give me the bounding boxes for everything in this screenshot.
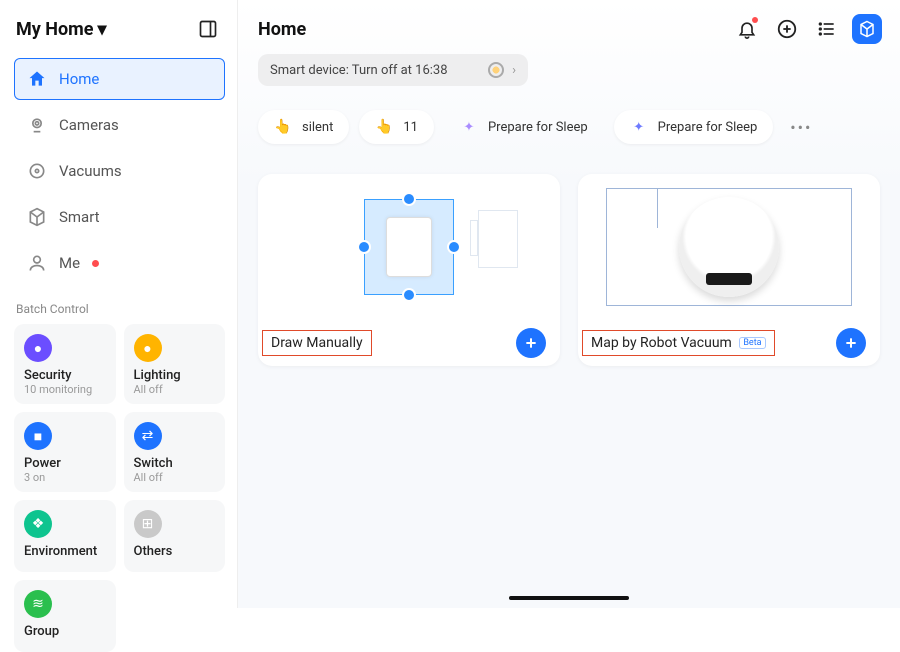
add-map-button[interactable] [516,328,546,358]
notifications-button[interactable] [732,14,762,44]
vacuum-icon [27,161,47,181]
card-draw-manually[interactable]: Draw Manually [258,174,560,366]
main-header: Home [258,14,882,44]
header-actions [732,14,882,44]
home-switcher-label: My Home [16,19,93,40]
nav-item-me[interactable]: Me [14,242,225,284]
grid-icon: ⊞ [134,510,162,538]
sidebar: My Home ▾ Home Cameras Vacuums Smart Me [0,0,238,608]
card-preview-draw [258,174,560,320]
nav-list: Home Cameras Vacuums Smart Me [14,58,225,284]
more-scenes-button[interactable]: ••• [783,118,819,137]
page-title: Home [258,19,306,40]
card-preview-vacuum [578,174,880,320]
scene-prepare-for-sleep-alt[interactable]: ✦ Prepare for Sleep [444,110,604,144]
list-button[interactable] [812,14,842,44]
scene-row: 👆 silent 👆 11 ✦ Prepare for Sleep ✦ Prep… [258,110,882,144]
nav-label: Cameras [59,116,119,134]
scene-label: Prepare for Sleep [488,120,588,135]
cube-button[interactable] [852,14,882,44]
card-footer: Draw Manually [258,320,560,366]
nav-label: Smart [59,208,100,226]
resize-handle-bottom [402,288,416,302]
add-map-button[interactable] [836,328,866,358]
card-footer: Map by Robot Vacuum Beta [578,320,880,366]
status-banner[interactable]: Smart device: Turn off at 16:38 › [258,54,528,86]
add-button[interactable] [772,14,802,44]
tile-label: Group [24,624,106,639]
tile-label: Power [24,456,106,471]
bed-icon [386,217,432,277]
nav-item-vacuums[interactable]: Vacuums [14,150,225,192]
home-indicator [509,596,629,600]
cube-icon [27,207,47,227]
tile-label: Environment [24,544,106,559]
card-label: Map by Robot Vacuum Beta [582,330,775,356]
main-pane: Home Smart device: Turn off at 16:38 › 👆 [238,0,900,608]
tile-security[interactable]: ● Security 10 monitoring [14,324,116,404]
tile-label: Switch [134,456,216,471]
chevron-right-icon: › [512,63,516,78]
batch-control-heading: Batch Control [16,302,223,316]
tile-label: Security [24,368,106,383]
card-label: Draw Manually [262,330,372,356]
tile-environment[interactable]: ❖ Environment [14,500,116,572]
batch-control-grid: ● Security 10 monitoring ● Lighting All … [14,324,225,652]
tile-label: Others [134,544,216,559]
status-banner-text: Smart device: Turn off at 16:38 [270,63,448,78]
nav-item-smart[interactable]: Smart [14,196,225,238]
tile-sublabel: 3 on [24,471,106,484]
nav-label: Me [59,254,80,272]
nav-item-home[interactable]: Home [14,58,225,100]
switch-icon: ⇄ [134,422,162,450]
tile-sublabel: All off [134,383,216,396]
tile-sublabel: All off [134,471,216,484]
beta-badge: Beta [739,337,765,349]
nav-label: Vacuums [59,162,122,180]
card-row: Draw Manually Map by Robot Vacuum Beta [258,174,882,366]
notification-dot-icon [92,260,99,267]
chevron-down-icon: ▾ [97,19,106,40]
sparkle-icon: ✦ [460,118,478,136]
user-icon [27,253,47,273]
tile-switch[interactable]: ⇄ Switch All off [124,412,226,492]
layout-toggle-icon[interactable] [193,14,223,44]
tile-label: Lighting [134,368,216,383]
tile-group[interactable]: ≋ Group [14,580,116,652]
home-switcher[interactable]: My Home ▾ [16,19,107,40]
card-map-by-robot-vacuum[interactable]: Map by Robot Vacuum Beta [578,174,880,366]
nav-label: Home [59,70,99,88]
sidebar-header: My Home ▾ [14,14,225,44]
tile-sublabel: 10 monitoring [24,383,106,396]
lightbulb-icon: ● [134,334,162,362]
sparkle-icon: ✦ [630,118,648,136]
resize-handle-left [357,240,371,254]
home-icon [27,69,47,89]
nav-item-cameras[interactable]: Cameras [14,104,225,146]
resize-handle-right [447,240,461,254]
scene-label: Prepare for Sleep [658,120,758,135]
tile-power[interactable]: ■ Power 3 on [14,412,116,492]
tile-lighting[interactable]: ● Lighting All off [124,324,226,404]
stack-icon: ≋ [24,590,52,618]
scene-prepare-for-sleep[interactable]: ✦ Prepare for Sleep [614,110,774,144]
camera-icon [27,115,47,135]
tile-others[interactable]: ⊞ Others [124,500,226,572]
hand-icon: 👆 [274,118,292,136]
hand-icon: 👆 [375,118,393,136]
leaf-icon: ❖ [24,510,52,538]
scene-11[interactable]: 👆 11 [359,110,434,144]
plug-icon: ■ [24,422,52,450]
resize-handle-top [402,192,416,206]
selection-box [364,199,454,295]
card-label-text: Map by Robot Vacuum [591,335,732,351]
scene-label: 11 [403,120,418,135]
robot-vacuum-icon [679,197,779,297]
security-icon: ● [24,334,52,362]
sun-icon [488,62,504,78]
scene-silent[interactable]: 👆 silent [258,110,349,144]
scene-label: silent [302,120,333,135]
